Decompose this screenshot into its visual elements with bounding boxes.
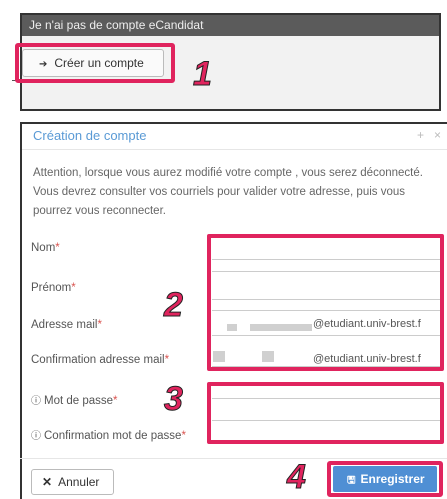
email-confirm-label-text: Confirmation adresse mail [31,354,165,366]
nom-label: Nom* [31,242,60,254]
highlight-box-3 [207,382,444,444]
password-confirm-label: ⓘ Confirmation mot de passe* [31,427,186,442]
info-icon: ⓘ [31,396,41,407]
required-mark: * [113,395,118,407]
cancel-label: Annuler [58,475,100,489]
create-account-label: Créer un compte [54,56,144,70]
email-confirm-label: Confirmation adresse mail* [31,354,169,366]
email-label: Adresse mail* [31,319,102,331]
info-icon: ⓘ [31,431,41,442]
modal-title: Création de compte [33,128,147,143]
highlight-box-2 [207,234,444,371]
annotation-number-2: 2 [164,286,184,324]
nom-label-text: Nom [31,242,56,254]
save-label: Enregistrer [360,472,425,486]
close-icon: ✕ [42,475,53,489]
annotation-number-3: 3 [164,380,184,418]
password-label: ⓘ Mot de passe* [31,392,118,407]
modal-notice: Attention, lorsque vous aurez modifié vo… [33,167,423,217]
annotation-number-1: 1 [193,55,213,93]
save-button[interactable]: 🖫 Enregistrer [333,466,437,492]
modal-header-divider [22,149,447,150]
modal-controls: + × [407,128,441,142]
close-icon[interactable]: × [434,128,441,142]
panel-header: Je n'ai pas de compte eCandidat [22,15,439,36]
cancel-button[interactable]: ✕ Annuler [31,469,114,495]
floppy-disk-icon: 🖫 [347,475,356,486]
email-label-text: Adresse mail [31,319,98,331]
prenom-label-text: Prénom [31,282,72,294]
modal-footer-divider [20,458,447,459]
required-mark: * [71,282,76,294]
required-mark: * [97,319,102,331]
prenom-label: Prénom* [31,282,76,294]
required-mark: * [164,354,170,366]
required-mark: * [55,242,60,254]
annotation-number-4: 4 [287,458,307,496]
maximize-icon[interactable]: + [417,128,424,142]
password-label-text: Mot de passe [44,395,114,407]
password-confirm-label-text: Confirmation mot de passe [44,430,182,442]
sign-in-icon: ➔ [39,59,48,70]
required-mark: * [181,430,186,442]
create-account-button[interactable]: ➔ Créer un compte [22,49,164,77]
